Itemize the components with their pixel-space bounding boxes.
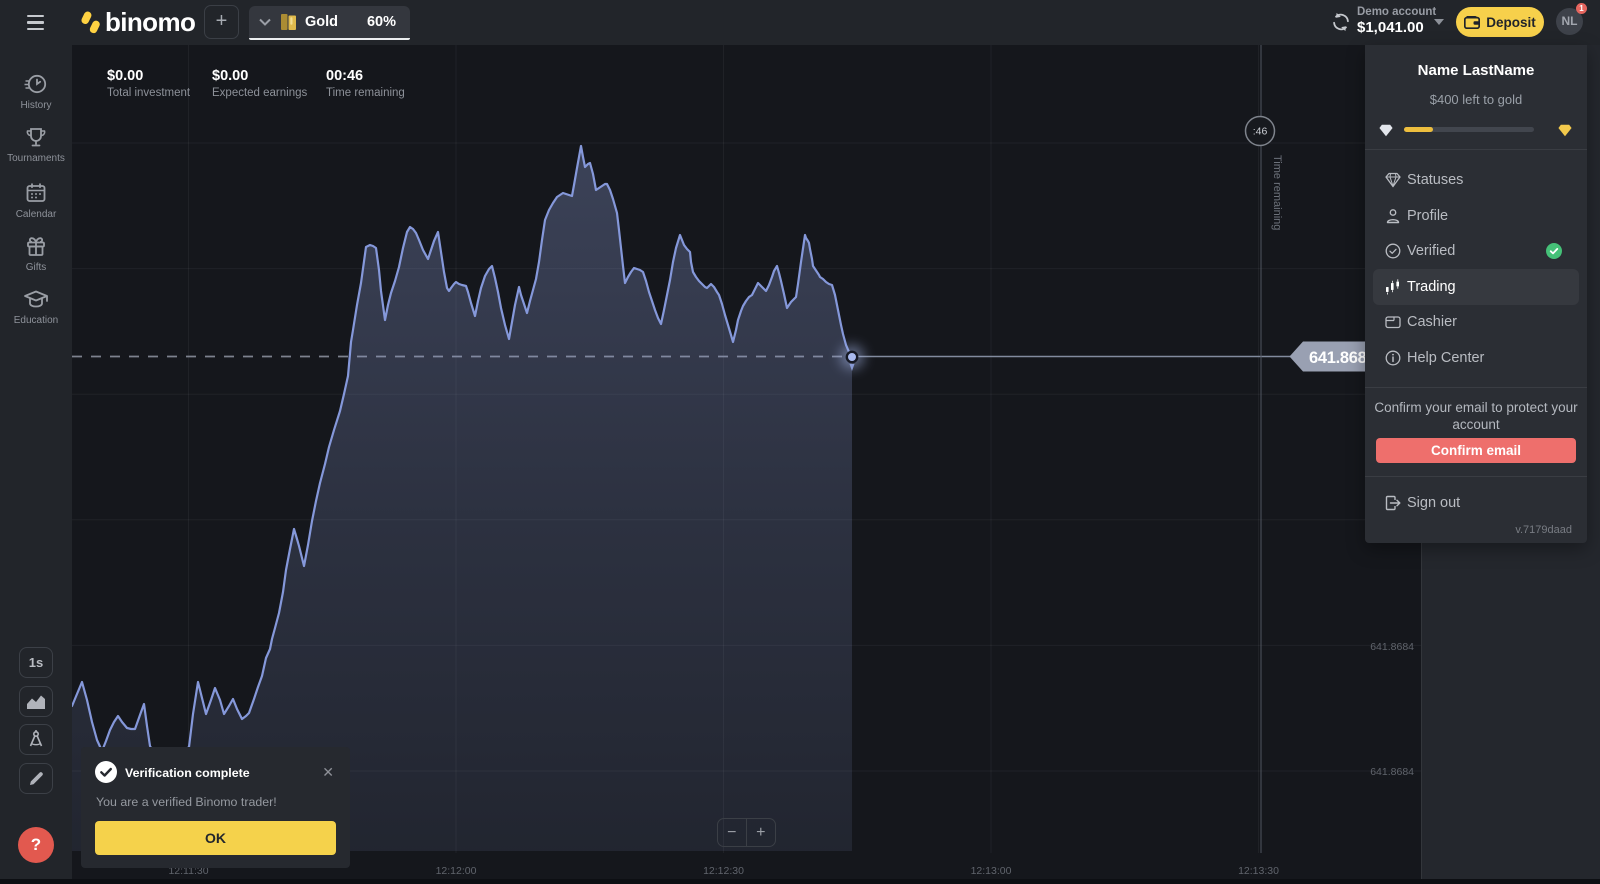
svg-text:Time remaining: Time remaining <box>1271 155 1283 230</box>
svg-text:12:12:30: 12:12:30 <box>703 865 744 877</box>
svg-text:641.868: 641.868 <box>1309 349 1367 367</box>
svg-text:12:13:30: 12:13:30 <box>1238 865 1279 877</box>
svg-text::46: :46 <box>1253 126 1268 138</box>
svg-text:641.8684: 641.8684 <box>1370 766 1414 778</box>
svg-text:641.8684: 641.8684 <box>1370 641 1414 653</box>
svg-text:12:12:00: 12:12:00 <box>436 865 477 877</box>
svg-text:12:13:00: 12:13:00 <box>971 865 1012 877</box>
